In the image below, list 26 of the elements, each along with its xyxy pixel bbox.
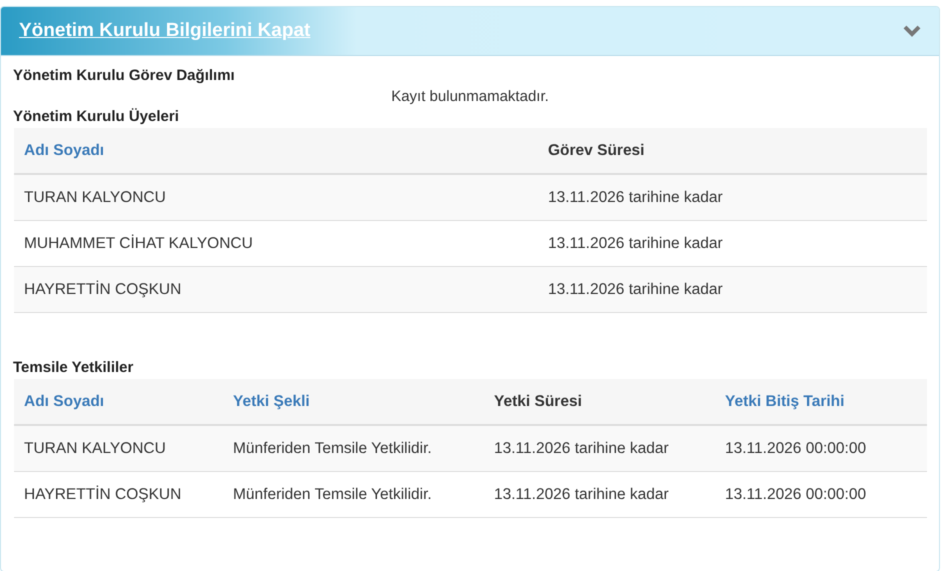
column-sort-link[interactable]: Adı Soyadı	[14, 142, 538, 160]
column-header: Yetki Süresi	[493, 392, 583, 410]
table-cell-text: Münferiden Temsile Yetkilidir.	[232, 440, 433, 458]
column-sort-link[interactable]: Adı Soyadı	[14, 392, 223, 410]
collapse-link[interactable]: Yönetim Kurulu Bilgilerini Kapat	[19, 20, 310, 42]
chevron-down-icon[interactable]	[903, 25, 921, 37]
table-cell-text: 13.11.2026 tarihine kadar	[547, 280, 724, 298]
section-heading: Yönetim Kurulu Üyeleri	[13, 108, 179, 125]
table-cell-text: HAYRETTİN COŞKUN	[23, 486, 182, 504]
table-cell-text: 13.11.2026 00:00:00	[724, 486, 868, 504]
column-sort-link[interactable]: Yetki Şekli	[223, 392, 484, 410]
table-cell-text: 13.11.2026 00:00:00	[724, 440, 868, 458]
column-header: Görev Süresi	[547, 142, 646, 160]
empty-message: Kayıt bulunmamaktadır.	[391, 88, 549, 105]
table-cell-text: 13.11.2026 tarihine kadar	[547, 234, 724, 252]
table-cell-text: TURAN KALYONCU	[23, 440, 167, 458]
section-heading: Yönetim Kurulu Görev Dağılımı	[13, 67, 235, 84]
table-cell-text: MUHAMMET CİHAT KALYONCU	[23, 234, 254, 252]
section-heading: Temsile Yetkililer	[13, 359, 134, 376]
table-cell-text: Münferiden Temsile Yetkilidir.	[232, 486, 433, 504]
table-cell-text: HAYRETTİN COŞKUN	[23, 280, 182, 298]
table-cell-text: 13.11.2026 tarihine kadar	[493, 440, 670, 458]
column-sort-link[interactable]: Yetki Bitiş Tarihi	[715, 392, 927, 410]
table-cell-text: 13.11.2026 tarihine kadar	[547, 188, 724, 206]
table-cell-text: TURAN KALYONCU	[23, 188, 167, 206]
table-cell-text: 13.11.2026 tarihine kadar	[493, 486, 670, 504]
